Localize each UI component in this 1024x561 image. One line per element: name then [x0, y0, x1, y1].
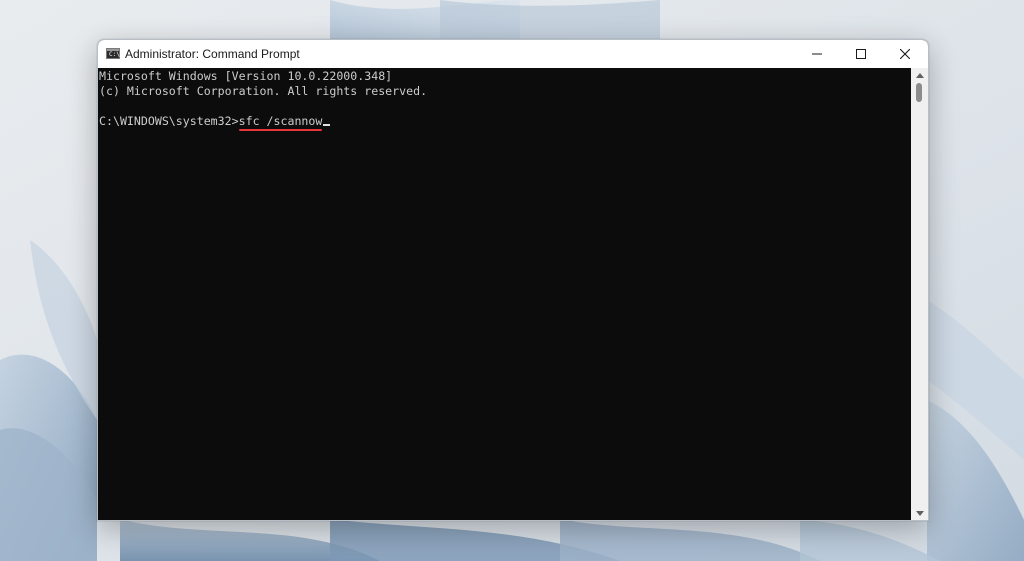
console-output[interactable]: Microsoft Windows [Version 10.0.22000.34… — [98, 68, 911, 520]
close-button[interactable] — [882, 40, 928, 68]
console-line-version: Microsoft Windows [Version 10.0.22000.34… — [99, 69, 393, 83]
title-bar[interactable]: C:\ Administrator: Command Prompt — [98, 40, 928, 68]
console-prompt: C:\WINDOWS\system32> — [99, 114, 239, 128]
scroll-up-button[interactable] — [911, 70, 928, 80]
text-cursor — [323, 124, 331, 126]
scroll-down-button[interactable] — [911, 508, 928, 518]
vertical-scrollbar[interactable] — [911, 68, 928, 520]
console-line-copyright: (c) Microsoft Corporation. All rights re… — [99, 84, 428, 98]
command-prompt-window: C:\ Administrator: Command Prompt Micros… — [97, 39, 929, 521]
cmd-app-icon: C:\ — [106, 48, 120, 59]
close-icon — [900, 49, 910, 59]
maximize-button[interactable] — [838, 40, 884, 68]
arrow-down-icon — [915, 510, 924, 516]
console-command: sfc /scannow — [238, 114, 323, 131]
minimize-icon — [812, 53, 822, 55]
maximize-icon — [856, 49, 866, 59]
window-title: Administrator: Command Prompt — [125, 47, 300, 61]
console-command-text: sfc /scannow — [238, 114, 323, 128]
arrow-up-icon — [915, 72, 924, 78]
command-underline-highlight — [238, 129, 323, 131]
minimize-button[interactable] — [794, 40, 840, 68]
console-prompt-line[interactable]: C:\WINDOWS\system32>sfc /scannow — [99, 114, 331, 131]
scrollbar-thumb[interactable] — [916, 83, 922, 102]
